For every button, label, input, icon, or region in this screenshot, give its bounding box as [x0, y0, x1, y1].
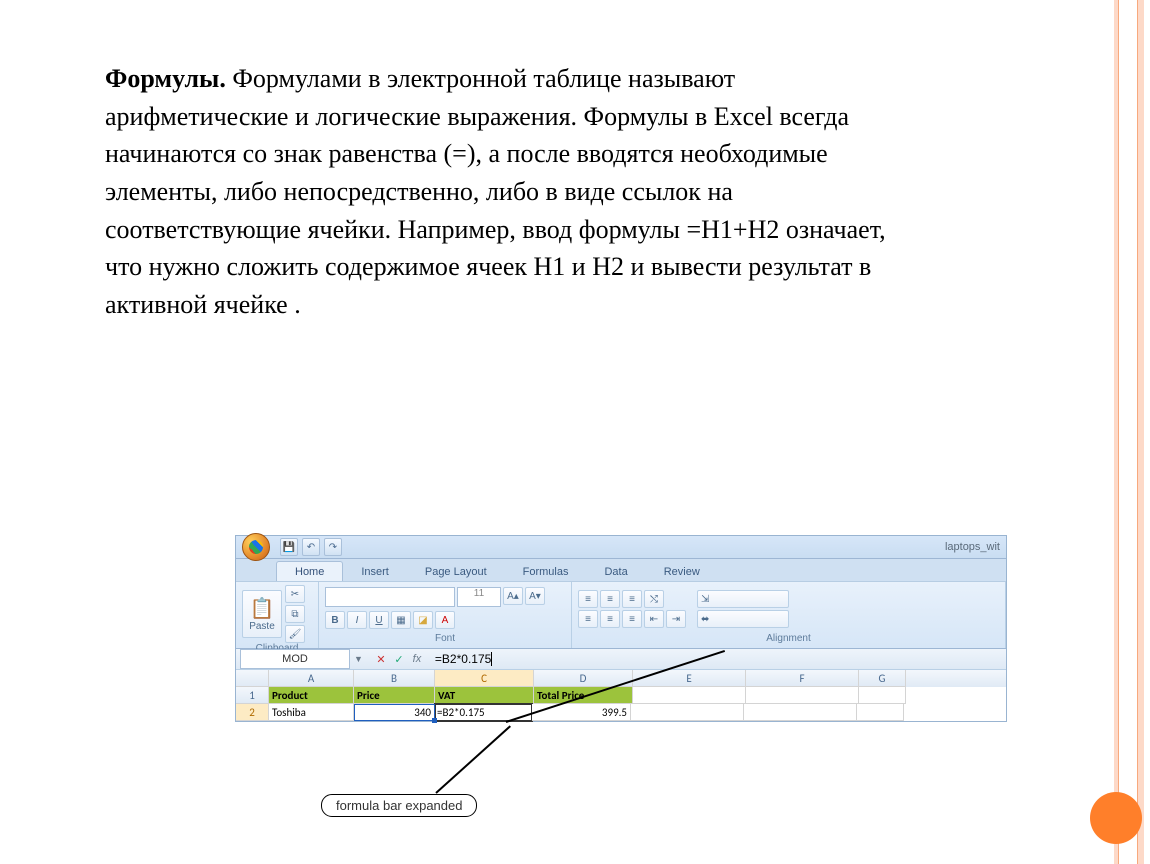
align-top-icon[interactable]: ≡ — [578, 590, 598, 608]
tab-review[interactable]: Review — [646, 562, 718, 581]
indent-dec-icon[interactable]: ⇤ — [644, 610, 664, 628]
cell-E1[interactable] — [633, 687, 746, 704]
font-size-select[interactable]: 11 — [457, 587, 501, 607]
align-left-icon[interactable]: ≡ — [578, 610, 598, 628]
clipboard-icon: 📋 — [250, 596, 275, 621]
indent-inc-icon[interactable]: ⇥ — [666, 610, 686, 628]
group-font: 11 A▴ A▾ B I U ▦ ◪ A Font — [319, 582, 572, 648]
enter-formula-icon[interactable]: ✓ — [391, 651, 407, 667]
callout-bubble: formula bar expanded — [321, 794, 477, 817]
align-middle-icon[interactable]: ≡ — [600, 590, 620, 608]
excel-screenshot: 💾 ↶ ↷ laptops_wit Home Insert Page Layou… — [235, 535, 1007, 722]
sheet-grid: A B C D E F G 1 Product Price VAT Total … — [236, 670, 1006, 721]
group-clipboard: 📋 Paste ✂ ⧉ 🖌 Clipboard — [236, 582, 319, 648]
office-button[interactable] — [242, 533, 270, 561]
tab-formulas[interactable]: Formulas — [505, 562, 587, 581]
tab-data[interactable]: Data — [586, 562, 645, 581]
cell-F2[interactable] — [744, 704, 857, 721]
formula-bar: MOD ▼ ✕ ✓ fx =B2*0.175 — [236, 649, 1006, 670]
align-right-icon[interactable]: ≡ — [622, 610, 642, 628]
col-B[interactable]: B — [354, 670, 435, 687]
format-painter-icon[interactable]: 🖌 — [285, 625, 305, 643]
col-G[interactable]: G — [859, 670, 906, 687]
merge-center-button[interactable]: ⬌ — [697, 610, 789, 628]
bold-button[interactable]: B — [325, 611, 345, 629]
undo-icon[interactable]: ↶ — [302, 538, 320, 556]
callout-leader-line-2 — [435, 725, 511, 793]
cut-icon[interactable]: ✂ — [285, 585, 305, 603]
cell-C1[interactable]: VAT — [435, 687, 534, 704]
col-F[interactable]: F — [746, 670, 859, 687]
increase-font-icon[interactable]: A▴ — [503, 587, 523, 605]
slide-stripe-inner — [1118, 0, 1138, 864]
fill-color-button[interactable]: ◪ — [413, 611, 433, 629]
paste-label: Paste — [249, 621, 275, 632]
row-1-header[interactable]: 1 — [236, 687, 269, 704]
fx-icon[interactable]: fx — [409, 651, 425, 667]
border-button[interactable]: ▦ — [391, 611, 411, 629]
alignment-title: Alignment — [578, 633, 999, 647]
ribbon-body: 📋 Paste ✂ ⧉ 🖌 Clipboard 11 A▴ A▾ — [236, 582, 1006, 649]
save-icon[interactable]: 💾 — [280, 538, 298, 556]
callout-text: formula bar expanded — [336, 798, 462, 813]
row-1: 1 Product Price VAT Total Price — [236, 687, 1006, 704]
lead-word: Формулы. — [105, 64, 226, 93]
cell-G2[interactable] — [857, 704, 904, 721]
workbook-filename: laptops_wit — [945, 541, 1000, 553]
ribbon-tabs: Home Insert Page Layout Formulas Data Re… — [236, 559, 1006, 582]
cell-A2[interactable]: Toshiba — [269, 704, 354, 721]
align-center-icon[interactable]: ≡ — [600, 610, 620, 628]
row-2-header[interactable]: 2 — [236, 704, 269, 721]
copy-icon[interactable]: ⧉ — [285, 605, 305, 623]
cell-B1[interactable]: Price — [354, 687, 435, 704]
underline-button[interactable]: U — [369, 611, 389, 629]
font-color-button[interactable]: A — [435, 611, 455, 629]
tab-page-layout[interactable]: Page Layout — [407, 562, 505, 581]
font-title: Font — [325, 633, 565, 647]
cancel-formula-icon[interactable]: ✕ — [373, 651, 389, 667]
wrap-text-button[interactable]: ⇲ — [697, 590, 789, 608]
cell-A1[interactable]: Product — [269, 687, 354, 704]
quick-access-toolbar: 💾 ↶ ↷ — [242, 533, 342, 561]
orientation-icon[interactable]: ⤭ — [644, 590, 664, 608]
align-bottom-icon[interactable]: ≡ — [622, 590, 642, 608]
font-family-select[interactable] — [325, 587, 455, 607]
select-all-corner[interactable] — [236, 670, 269, 687]
cell-E2[interactable] — [631, 704, 744, 721]
col-C[interactable]: C — [435, 670, 534, 687]
italic-button[interactable]: I — [347, 611, 367, 629]
body-text: Формулами в электронной таблице называют… — [105, 64, 886, 319]
redo-icon[interactable]: ↷ — [324, 538, 342, 556]
cell-G1[interactable] — [859, 687, 906, 704]
col-E[interactable]: E — [633, 670, 746, 687]
tab-home[interactable]: Home — [276, 561, 343, 581]
paste-button[interactable]: 📋 Paste — [242, 590, 282, 638]
group-alignment: ≡ ≡ ≡ ⤭ ≡ ≡ ≡ ⇤ ⇥ ⇲ ⬌ — [572, 582, 1006, 648]
row-2: 2 Toshiba 340 =B2*0.175 399.5 — [236, 704, 1006, 721]
tab-insert[interactable]: Insert — [343, 562, 407, 581]
slide-corner-decoration — [1090, 792, 1142, 844]
decrease-font-icon[interactable]: A▾ — [525, 587, 545, 605]
name-box-dropdown-icon[interactable]: ▼ — [354, 654, 363, 664]
name-box[interactable]: MOD — [240, 649, 350, 669]
excel-titlebar: 💾 ↶ ↷ laptops_wit — [236, 536, 1006, 559]
col-A[interactable]: A — [269, 670, 354, 687]
cell-B2[interactable]: 340 — [354, 704, 435, 721]
cell-F1[interactable] — [746, 687, 859, 704]
content-paragraph: Формулы. Формулами в электронной таблице… — [105, 60, 905, 324]
formula-text: =B2*0.175 — [435, 652, 491, 666]
